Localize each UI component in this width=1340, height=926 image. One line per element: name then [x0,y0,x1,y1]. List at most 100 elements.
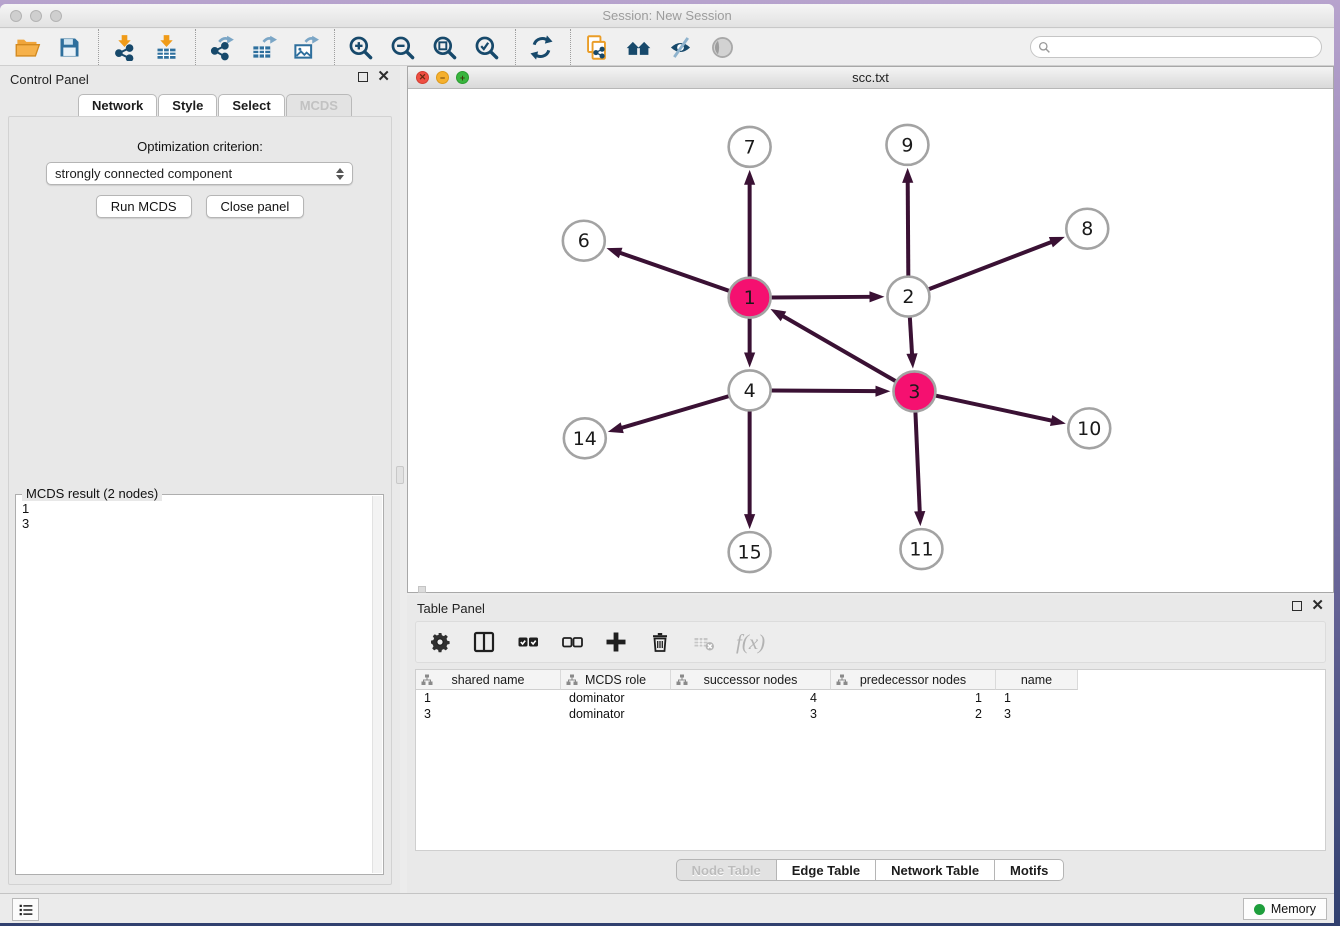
tab-select[interactable]: Select [218,94,284,116]
graph-edge-3-10[interactable] [936,396,1053,421]
close-panel-icon[interactable]: ✕ [377,72,390,82]
float-table-panel-icon[interactable] [1292,601,1302,611]
tab-node-table[interactable]: Node Table [676,859,777,881]
graph-node-label: 10 [1077,418,1101,440]
graph-edge-3-11[interactable] [915,412,919,513]
table-cell[interactable]: 4 [671,690,831,706]
graph-edge-1-6[interactable] [619,252,729,290]
graph-edge-2-9[interactable] [908,181,909,276]
tab-network-table[interactable]: Network Table [875,859,995,881]
table-cell[interactable]: dominator [561,706,671,722]
graph-node-label: 7 [744,136,756,158]
table-body: 1dominator4113dominator323 [416,690,1325,722]
run-mcds-button[interactable]: Run MCDS [96,195,192,218]
graph-edge-4-14[interactable] [620,396,728,428]
network-frame-title: scc.txt [408,70,1333,85]
column-header-name[interactable]: name [996,670,1078,690]
delete-column-icon[interactable] [648,627,672,657]
table-cell[interactable]: dominator [561,690,671,706]
table-row[interactable]: 1dominator411 [416,690,1325,706]
graph-edge-3-1[interactable] [782,315,896,381]
node-table: shared nameMCDS rolesuccessor nodesprede… [415,669,1326,851]
mcds-result-text[interactable]: 1 3 [18,499,371,872]
column-header-shared-name[interactable]: shared name [416,670,561,690]
column-header-MCDS-role[interactable]: MCDS role [561,670,671,690]
settings-gear-icon[interactable] [428,627,452,657]
tab-mcds[interactable]: MCDS [286,94,352,116]
canvas-grip[interactable] [418,586,426,593]
task-history-button[interactable] [12,898,39,921]
add-column-icon[interactable] [604,627,628,657]
table-cell[interactable]: 3 [416,706,561,722]
graph-edge-arrow [906,353,917,368]
import-table-icon[interactable] [151,32,181,62]
export-table-icon[interactable] [248,32,278,62]
table-row[interactable]: 3dominator323 [416,706,1325,722]
table-cell[interactable]: 2 [831,706,996,722]
graph-edge-1-2[interactable] [772,297,872,298]
network-graph[interactable]: 1234678910111415 [408,89,1333,592]
duplicate-network-icon[interactable] [581,32,611,62]
deselect-all-icon[interactable] [560,627,584,657]
delete-table-icon[interactable] [692,627,716,657]
zoom-selected-icon[interactable] [471,32,501,62]
float-panel-icon[interactable] [358,72,368,82]
graph-node-label: 6 [578,230,590,252]
import-network-icon[interactable] [109,32,139,62]
split-panel-icon[interactable] [472,627,496,657]
zoom-fit-icon[interactable] [429,32,459,62]
open-file-icon[interactable] [12,32,42,62]
table-cell[interactable]: 1 [996,690,1078,706]
graph-node-label: 14 [573,428,597,450]
close-table-panel-icon[interactable]: ✕ [1311,601,1324,611]
column-header-predecessor-nodes[interactable]: predecessor nodes [831,670,996,690]
table-cell[interactable]: 1 [831,690,996,706]
tab-style[interactable]: Style [158,94,217,116]
tab-edge-table[interactable]: Edge Table [776,859,876,881]
graph-edge-arrow [875,386,890,397]
table-cell[interactable]: 3 [671,706,831,722]
splitter-grip[interactable] [396,466,404,484]
toolbar-separator [195,29,196,65]
graph-edge-arrow [606,248,622,259]
toolbar-separator [570,29,571,65]
search-field[interactable] [1030,36,1322,58]
tab-motifs[interactable]: Motifs [994,859,1064,881]
control-panel-title: Control Panel [10,72,89,87]
table-header-row: shared nameMCDS rolesuccessor nodesprede… [416,670,1325,690]
graph-edge-2-8[interactable] [929,241,1053,289]
search-input[interactable] [1051,38,1321,56]
status-bar: Memory [0,893,1334,923]
main-toolbar [0,29,1334,66]
table-cell[interactable]: 3 [996,706,1078,722]
criterion-select[interactable]: strongly connected component [46,162,353,185]
graph-edge-arrow [608,422,624,433]
close-panel-button[interactable]: Close panel [206,195,305,218]
select-all-icon[interactable] [516,627,540,657]
function-builder-icon[interactable]: f(x) [736,627,765,657]
save-session-icon[interactable] [54,32,84,62]
table-cell[interactable]: 1 [416,690,561,706]
graph-edge-2-3[interactable] [910,318,912,356]
graph-node-label: 4 [744,380,756,402]
tab-network[interactable]: Network [78,94,157,116]
home-icon[interactable] [623,32,653,62]
graph-node-label: 1 [744,287,756,309]
graph-edge-arrow [1049,237,1065,248]
toolbar-separator [515,29,516,65]
result-scrollbar[interactable] [372,496,382,873]
graph-edge-4-3[interactable] [772,391,878,392]
zoom-in-icon[interactable] [345,32,375,62]
export-network-icon[interactable] [206,32,236,62]
window-titlebar: Session: New Session [0,4,1334,28]
graphics-details-icon[interactable] [665,32,695,62]
refresh-icon[interactable] [526,32,556,62]
toolbar-separator [334,29,335,65]
bird-eye-icon[interactable] [707,32,737,62]
graph-edge-arrow [869,291,884,302]
network-canvas[interactable]: 1234678910111415 [408,89,1333,592]
export-image-icon[interactable] [290,32,320,62]
column-header-successor-nodes[interactable]: successor nodes [671,670,831,690]
memory-button[interactable]: Memory [1243,898,1327,920]
zoom-out-icon[interactable] [387,32,417,62]
